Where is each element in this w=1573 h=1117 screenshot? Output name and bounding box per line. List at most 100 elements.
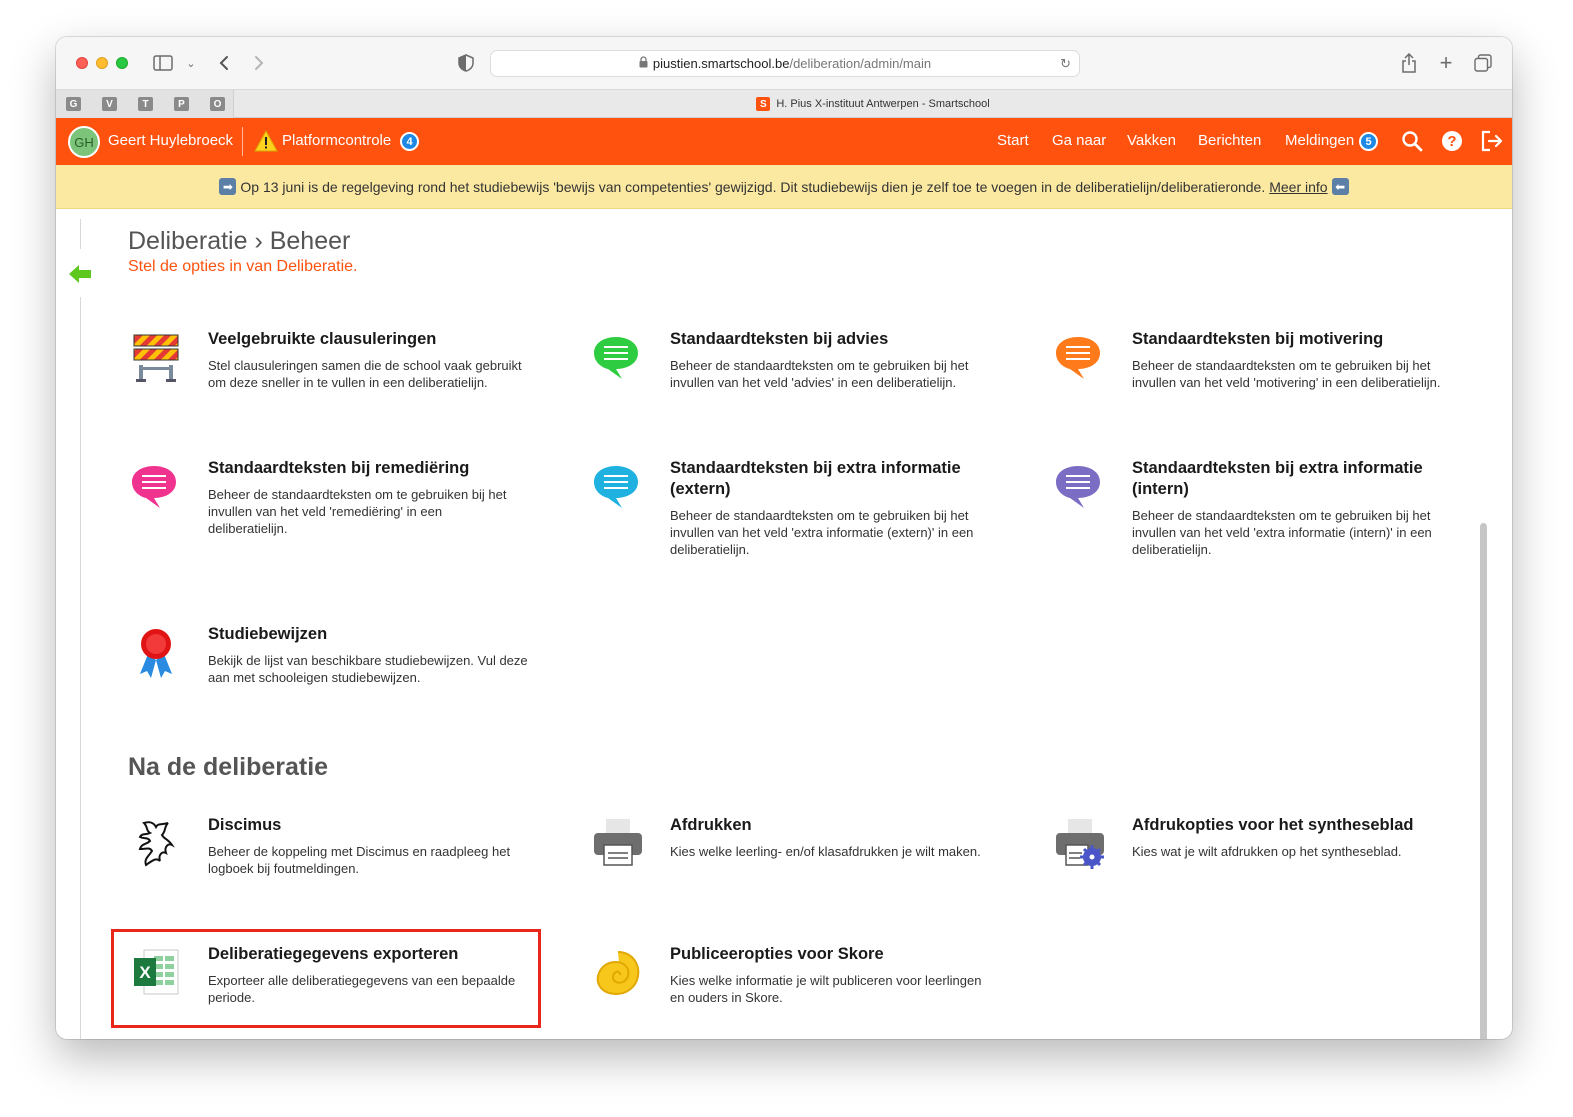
item-desc: om deze sneller in te vullen in een deli… (208, 375, 488, 390)
item-title: Standaardteksten bij remediëring (208, 459, 470, 477)
timeline-line (80, 219, 81, 249)
item-title: Standaardteksten bij extra informatie (670, 459, 961, 477)
item-desc: deliberatielijn. (1132, 542, 1212, 557)
smartschool-header: GH Geert Huylebroeck Platformcontrole 4 … (56, 118, 1512, 165)
printer-icon (590, 815, 646, 871)
roadblock-icon (128, 329, 184, 385)
info-banner: ➡ Op 13 juni is de regelgeving rond het … (56, 165, 1512, 209)
shell-icon (590, 944, 646, 1000)
scrollbar-thumb[interactable] (1480, 523, 1487, 1039)
reload-icon[interactable]: ↻ (1060, 56, 1071, 72)
browser-window: ⌄ piustien.smartschool.be/deliberation/a… (56, 37, 1512, 1039)
help-icon[interactable]: ? (1441, 130, 1463, 152)
item-desc: Beheer de standaardteksten om te gebruik… (670, 508, 969, 523)
shield-icon[interactable] (456, 51, 476, 75)
pinned-tab[interactable]: G (66, 97, 81, 111)
item-title: Standaardteksten bij motivering (1132, 330, 1384, 348)
speech-bubble-icon (1052, 329, 1108, 385)
item-title: Veelgebruikte clausuleringen (208, 330, 437, 348)
item-title: Discimus (208, 816, 282, 834)
tab-overview-icon[interactable] (1472, 51, 1494, 75)
item-desc: invullen van het veld 'remediëring' in e… (208, 504, 443, 519)
search-icon[interactable] (1401, 130, 1423, 152)
main-content: Deliberatie › Beheer Stel de opties in v… (56, 209, 1512, 1039)
nav-messages[interactable]: Berichten (1198, 132, 1261, 149)
timeline-line (80, 297, 81, 1039)
avatar[interactable]: GH (68, 126, 100, 158)
item-desc: Stel clausuleringen samen die de school … (208, 358, 522, 373)
sidebar-toggle-icon[interactable] (152, 51, 174, 75)
chevron-down-icon[interactable]: ⌄ (184, 51, 198, 75)
url-path: /deliberation/admin/main (789, 56, 932, 71)
banner-text: Op 13 juni is de regelgeving rond het st… (240, 178, 1266, 195)
pinned-tab[interactable]: T (138, 97, 153, 111)
award-ribbon-icon (128, 624, 184, 680)
tab-title: H. Pius X-instituut Antwerpen - Smartsch… (776, 98, 990, 110)
item-desc: invullen van het veld 'motivering' in ee… (1132, 375, 1441, 390)
header-divider (242, 127, 243, 156)
tab-strip: G V T P O S H. Pius X-instituut Antwerpe… (56, 89, 1512, 118)
item-desc: deliberatielijn. (208, 521, 288, 536)
platform-check-link[interactable]: Platformcontrole (282, 132, 391, 149)
page-subtitle: Stel de opties in van Deliberatie. (128, 258, 358, 275)
pinned-tabs: G V T P O (56, 90, 234, 118)
active-tab[interactable]: S H. Pius X-instituut Antwerpen - Smarts… (234, 90, 1512, 118)
item-title: Standaardteksten bij advies (670, 330, 889, 348)
item-desc: invullen van het veld 'extra informatie … (670, 525, 974, 540)
nav-notifications[interactable]: Meldingen (1285, 132, 1354, 149)
item-title: Afdrukopties voor het syntheseblad (1132, 816, 1414, 834)
arrow-left-icon: ⬅ (1331, 178, 1349, 195)
zoom-window-button[interactable] (116, 57, 128, 69)
arrow-right-icon: ➡ (219, 178, 237, 195)
item-desc: Kies welke leerling- en/of klasafdrukken… (670, 844, 981, 859)
item-desc: Kies welke informatie je wilt publiceren… (670, 973, 982, 988)
nav-goto[interactable]: Ga naar (1052, 132, 1106, 149)
item-desc: invullen van het veld 'extra informatie … (1132, 525, 1432, 540)
more-info-link[interactable]: Meer info (1269, 179, 1327, 195)
close-window-button[interactable] (76, 57, 88, 69)
back-icon[interactable] (214, 51, 234, 75)
speech-bubble-icon (590, 329, 646, 385)
item-desc: Beheer de standaardteksten om te gebruik… (1132, 508, 1431, 523)
platform-count-badge: 4 (400, 132, 419, 151)
svg-text:?: ? (1447, 133, 1456, 150)
item-desc: Beheer de standaardteksten om te gebruik… (670, 358, 969, 373)
speech-bubble-icon (128, 458, 184, 514)
item-desc: Beheer de standaardteksten om te gebruik… (1132, 358, 1431, 373)
item-title: Afdrukken (670, 816, 752, 834)
item-title: Standaardteksten bij extra informatie (1132, 459, 1423, 477)
pinned-tab[interactable]: P (174, 97, 189, 111)
speech-bubble-icon (590, 458, 646, 514)
item-title: (intern) (1132, 480, 1189, 498)
page-title: Deliberatie › Beheer (128, 227, 351, 255)
pinned-tab[interactable]: V (102, 97, 117, 111)
lock-icon (639, 56, 648, 71)
highlight-box (111, 929, 541, 1028)
browser-toolbar: ⌄ piustien.smartschool.be/deliberation/a… (56, 37, 1512, 89)
nav-courses[interactable]: Vakken (1127, 132, 1176, 149)
user-name[interactable]: Geert Huylebroeck (108, 132, 233, 149)
item-desc: invullen van het veld 'advies' in een de… (670, 375, 957, 390)
minimize-window-button[interactable] (96, 57, 108, 69)
item-desc: en ouders in Skore. (670, 990, 783, 1005)
pinned-tab[interactable]: O (210, 97, 225, 111)
new-tab-icon[interactable]: + (1435, 50, 1457, 75)
item-desc: Beheer de koppeling met Discimus en raad… (208, 844, 511, 859)
speech-bubble-icon (1052, 458, 1108, 514)
printer-settings-icon (1052, 815, 1108, 871)
address-bar[interactable]: piustien.smartschool.be/deliberation/adm… (490, 50, 1080, 77)
smartschool-favicon: S (756, 97, 771, 111)
url-host: piustien.smartschool.be (652, 56, 790, 71)
forward-icon[interactable] (249, 51, 269, 75)
logout-icon[interactable] (1480, 130, 1503, 152)
nav-start[interactable]: Start (997, 132, 1029, 149)
warning-icon[interactable] (254, 129, 278, 152)
item-desc: Kies wat je wilt afdrukken op het synthe… (1132, 844, 1402, 859)
share-icon[interactable] (1398, 51, 1420, 75)
item-title: (extern) (670, 480, 731, 498)
back-arrow-icon[interactable] (68, 263, 92, 285)
item-desc: deliberatielijn. (670, 542, 750, 557)
item-desc: Bekijk de lijst van beschikbare studiebe… (208, 653, 528, 668)
item-title: Publiceeropties voor Skore (670, 945, 884, 963)
item-desc: Beheer de standaardteksten om te gebruik… (208, 487, 507, 502)
